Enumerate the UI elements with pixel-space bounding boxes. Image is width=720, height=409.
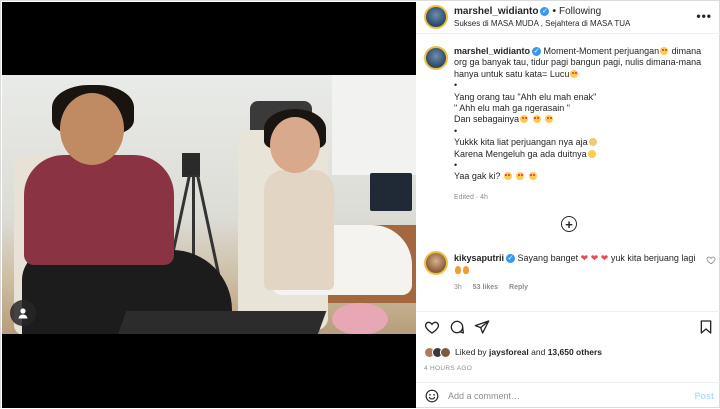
caption-bullet-3: •	[454, 160, 458, 171]
commenter-avatar[interactable]	[424, 251, 448, 275]
comment-reply-button[interactable]: Reply	[509, 284, 528, 291]
caption-author-avatar[interactable]	[424, 46, 448, 70]
heart-eyes-emoji-icon	[503, 172, 512, 181]
heart-eyes-emoji-icon	[520, 115, 529, 124]
comment-time: 3h	[454, 284, 462, 291]
following-button[interactable]: Following	[559, 6, 601, 17]
post-comment-button[interactable]: Post	[694, 391, 714, 401]
caption-line-4: Dan sebagainya	[454, 114, 520, 125]
comment-text-b: yuk kita berjuang lagi	[610, 253, 696, 263]
fire-emoji-icon	[463, 266, 469, 274]
heart-eyes-emoji-icon	[516, 172, 525, 181]
save-bookmark-icon[interactable]	[698, 319, 714, 335]
photo-window	[332, 75, 416, 175]
kissing-emoji-icon	[587, 149, 596, 158]
dot-separator: •	[552, 6, 556, 17]
heart-eyes-emoji-icon	[545, 115, 554, 124]
photo-table	[117, 311, 327, 334]
caption-bullet-2: •	[454, 125, 458, 136]
photo-man-shirt	[24, 155, 174, 265]
comment-item: kikysaputrii ✓ Sayang banget ❤ ❤ ❤ yuk ki…	[454, 252, 698, 276]
liked-by-prefix: Liked by	[455, 347, 487, 357]
verified-badge-icon: ✓	[506, 254, 516, 263]
comment-text-a: Sayang banget	[517, 253, 579, 263]
photo-monitor	[370, 173, 412, 211]
comment-likes[interactable]: 53 likes	[473, 284, 498, 291]
post-header: marshel_widianto ✓ • Following Sukses di MA…	[416, 2, 720, 34]
verified-badge-icon: ✓	[532, 47, 542, 56]
post-actions-section: Liked by jaysforeal and 13,650 others 4 …	[416, 311, 720, 408]
verified-badge-icon: ✓	[540, 7, 550, 16]
caption-line-1: Moment-Moment perjuangan	[543, 46, 660, 56]
photo-tripod-head	[182, 153, 200, 177]
share-paper-plane-icon[interactable]	[474, 319, 490, 335]
caption-first-paragraph: marshel_widianto ✓ Moment-Moment perjuang…	[454, 46, 712, 80]
caption-line-2: Yang orang tau "Ahh elu mah enak"	[454, 91, 597, 102]
red-heart-emoji-icon: ❤	[590, 253, 599, 263]
smiling-emoji-icon	[588, 138, 597, 147]
caption-username[interactable]: marshel_widianto	[454, 46, 530, 56]
liked-by-row: Liked by jaysforeal and 13,650 others	[424, 345, 602, 359]
comment-meta: 3h 53 likes Reply	[454, 284, 537, 291]
photo-woman-cardigan	[264, 170, 334, 290]
red-heart-emoji-icon: ❤	[600, 253, 609, 263]
liked-by-and: and	[531, 347, 546, 357]
emoji-smile-icon[interactable]	[425, 389, 439, 403]
post-time-ago[interactable]: 4 HOURS AGO	[424, 365, 472, 372]
tagged-user-icon[interactable]	[10, 300, 36, 326]
liked-by-others[interactable]: 13,650 others	[548, 347, 602, 357]
photo-woman-face	[270, 117, 320, 173]
commenter-username[interactable]: kikysaputrii	[454, 253, 504, 263]
post-media[interactable]	[2, 2, 416, 408]
caption-line-5-wrap: Yukkk kita liat perjuangan nya aja	[454, 137, 712, 148]
caption-bullet: •	[454, 80, 458, 91]
author-username[interactable]: marshel_widianto	[454, 6, 538, 17]
author-subtitle[interactable]: Sukses di MASA MUDA , Sejahtera di MASA …	[454, 19, 630, 28]
post-photo[interactable]	[2, 75, 416, 334]
liked-by-text: Liked by jaysforeal and 13,650 others	[455, 347, 602, 357]
comment-like-heart-icon[interactable]	[706, 255, 716, 265]
fire-emoji-icon	[455, 266, 461, 274]
post-caption: marshel_widianto ✓ Moment-Moment perjuang…	[454, 46, 712, 183]
load-more-comments-icon[interactable]: +	[561, 216, 577, 232]
heart-eyes-emoji-icon	[660, 47, 669, 55]
post-side-panel: marshel_widianto ✓ • Following Sukses di MA…	[416, 2, 720, 408]
liker-avatar[interactable]	[440, 346, 451, 358]
post-frame: marshel_widianto ✓ • Following Sukses di MA…	[0, 0, 720, 408]
more-options-icon[interactable]: •••	[696, 9, 712, 23]
liked-by-user[interactable]: jaysforeal	[489, 347, 529, 357]
author-line: marshel_widianto ✓ • Following	[454, 6, 601, 17]
caption-line-6-wrap: Karena Mengeluh ga ada duitnya	[454, 149, 712, 160]
caption-line-4-wrap: Dan sebagainya	[454, 114, 712, 125]
add-comment-input[interactable]	[448, 389, 678, 403]
photo-flowers	[332, 303, 388, 334]
comment-bubble-icon[interactable]	[449, 319, 465, 335]
caption-line-7-wrap: Yaa gak ki?	[454, 171, 712, 182]
heart-eyes-emoji-icon	[570, 69, 579, 78]
photo-man-face	[60, 93, 124, 165]
caption-line-3: " Ahh elu mah ga ngerasain "	[454, 103, 570, 114]
add-comment-bar: Post	[416, 382, 720, 409]
caption-edited-time: Edited · 4h	[454, 194, 488, 201]
user-tag-icon	[18, 308, 28, 319]
heart-eyes-emoji-icon	[532, 115, 541, 124]
caption-line-6: Karena Mengeluh ga ada duitnya	[454, 148, 587, 159]
caption-line-7: Yaa gak ki?	[454, 171, 501, 182]
like-heart-icon[interactable]	[424, 319, 440, 335]
red-heart-emoji-icon: ❤	[580, 253, 589, 263]
heart-eyes-emoji-icon	[528, 172, 537, 181]
caption-line-5: Yukkk kita liat perjuangan nya aja	[454, 137, 588, 148]
author-avatar[interactable]	[424, 5, 448, 29]
